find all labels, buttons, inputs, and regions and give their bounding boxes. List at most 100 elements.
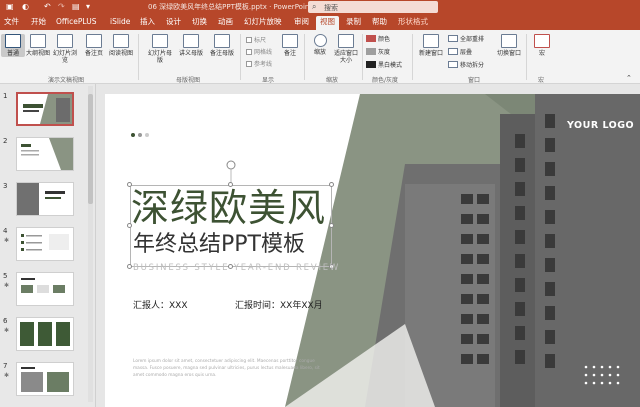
tab-home[interactable]: 开始 (31, 17, 46, 27)
pager-dot-icon (145, 133, 149, 137)
search-box[interactable]: ⌕ 搜索 (308, 1, 438, 13)
cascade-button[interactable]: 层叠 (448, 47, 472, 56)
fit-window-button[interactable]: 适应窗口大小 (332, 34, 360, 64)
grayscale-button[interactable]: 灰度 (366, 47, 390, 56)
thumbnail-preview (17, 138, 73, 170)
guides-checkbox[interactable]: 参考线 (246, 59, 272, 68)
redo-icon[interactable]: ↷ (58, 2, 65, 12)
slide-thumbnail-2[interactable] (16, 137, 74, 171)
slide-thumbnail-3[interactable] (16, 182, 74, 216)
tab-shape-format[interactable]: 形状格式 (398, 17, 428, 27)
thumb-number: 6 (3, 317, 8, 325)
rotate-handle-icon (226, 160, 236, 170)
thumb-number: 7 (3, 362, 8, 370)
tab-insert[interactable]: 插入 (140, 17, 155, 27)
color-swatch-icon (366, 35, 376, 42)
slide-sorter-button[interactable]: 幻灯片浏览 (53, 34, 77, 64)
group-label-zoom: 缩放 (326, 77, 339, 84)
resize-handle[interactable] (127, 264, 132, 269)
zoom-icon (313, 34, 327, 47)
reading-view-button[interactable]: 阅读视图 (109, 34, 133, 57)
fit-window-icon (338, 34, 354, 48)
move-split-button[interactable]: 移动拆分 (448, 60, 484, 69)
slide-sorter-icon (57, 34, 73, 48)
tab-design[interactable]: 设计 (166, 17, 181, 27)
black-white-button[interactable]: 黑白模式 (366, 60, 402, 69)
slide-thumbnail-7[interactable] (16, 362, 74, 396)
cascade-icon (448, 48, 458, 55)
thumb-number: 3 (3, 182, 8, 190)
document-title: 06 深绿欧美风年终总结PPT模板.pptx · PowerPoint (148, 3, 313, 11)
group-label-masters: 母版视图 (176, 77, 201, 84)
save-icon[interactable]: ▣ (6, 2, 14, 12)
thumbnail-preview (18, 94, 72, 124)
search-icon: ⌕ (312, 2, 317, 11)
thumb-number: 5 (3, 272, 8, 280)
group-label-macros: 宏 (538, 77, 545, 84)
slide-editor: 深绿欧美风 年终总结PPT模板 BUSINESS STYLE YEAR-END … (96, 84, 640, 407)
tab-slideshow[interactable]: 幻灯片放映 (244, 17, 282, 27)
slide-subtitle[interactable]: 年终总结PPT模板 (133, 231, 305, 259)
zoom-button[interactable]: 缩放 (308, 34, 332, 56)
slide-master-button[interactable]: 幻灯片母版 (146, 34, 174, 64)
handout-master-button[interactable]: 讲义母版 (177, 34, 205, 57)
notes-button[interactable]: 备注 (278, 34, 302, 57)
notes-master-button[interactable]: 备注母版 (208, 34, 236, 57)
thumbnail-preview (17, 318, 73, 350)
logo-text[interactable]: YOUR LOGO (567, 120, 634, 131)
checkbox-icon (246, 49, 252, 55)
autosave-toggle[interactable]: ◐ (22, 2, 29, 12)
group-separator (240, 34, 241, 80)
arrange-all-button[interactable]: 全部重排 (448, 34, 484, 43)
reporter-label[interactable]: 汇报人：XXX (133, 298, 188, 311)
tab-officeplus[interactable]: OfficePLUS (56, 17, 96, 27)
present-icon[interactable]: ▤ (72, 2, 80, 12)
tab-file[interactable]: 文件 (4, 17, 19, 27)
thumb-number: 1 (3, 92, 8, 100)
scrollbar-thumb[interactable] (88, 94, 93, 204)
report-time-label[interactable]: 汇报时间：XX年XX月 (235, 298, 323, 311)
tab-view[interactable]: 视图 (316, 16, 339, 30)
slide-thumbnail-1[interactable] (16, 92, 74, 126)
macros-button[interactable]: 宏 (530, 34, 554, 57)
thumbnail-preview (17, 363, 73, 395)
group-separator (526, 34, 527, 80)
new-window-icon (423, 34, 439, 48)
bw-swatch-icon (366, 61, 376, 68)
resize-handle[interactable] (329, 182, 334, 187)
switch-window-button[interactable]: 切换窗口 (494, 34, 524, 57)
thumbnail-scrollbar[interactable] (88, 86, 93, 402)
outline-view-icon (30, 34, 46, 48)
resize-handle[interactable] (329, 223, 334, 228)
thumbnail-preview (17, 273, 73, 305)
title-bar: ▣ ◐ ↶ ↷ ▤ ▾ 06 深绿欧美风年终总结PPT模板.pptx · Pow… (0, 0, 640, 14)
new-window-button[interactable]: 新建窗口 (416, 34, 446, 57)
tab-help[interactable]: 帮助 (372, 17, 387, 27)
slide-thumbnail-6[interactable] (16, 317, 74, 351)
gridlines-checkbox[interactable]: 网格线 (246, 47, 272, 56)
move-split-icon (448, 61, 458, 68)
slide-thumbnail-5[interactable] (16, 272, 74, 306)
checkbox-icon (246, 61, 252, 67)
collapse-ribbon-icon[interactable]: ⌃ (626, 74, 632, 82)
tab-animations[interactable]: 动画 (218, 17, 233, 27)
tab-transitions[interactable]: 切换 (192, 17, 207, 27)
normal-view-icon (5, 34, 21, 48)
slide-canvas[interactable]: 深绿欧美风 年终总结PPT模板 BUSINESS STYLE YEAR-END … (105, 94, 640, 407)
lorem-body-text[interactable]: Lorem ipsum dolor sit amet, consectetuer… (133, 358, 329, 379)
tab-review[interactable]: 审阅 (294, 17, 309, 27)
macros-icon (534, 34, 550, 48)
handout-master-icon (183, 34, 199, 48)
undo-icon[interactable]: ↶ (44, 2, 51, 12)
tab-islide[interactable]: iSlide (110, 17, 130, 27)
slide-title[interactable]: 深绿欧美风 (131, 186, 326, 230)
outline-view-button[interactable]: 大纲视图 (26, 34, 50, 57)
color-button[interactable]: 颜色 (366, 34, 390, 43)
normal-view-button[interactable]: 普通 (1, 34, 25, 57)
slide-thumbnail-4[interactable] (16, 227, 74, 261)
notes-page-button[interactable]: 备注页 (82, 34, 106, 57)
reading-view-icon (113, 34, 129, 48)
customize-qa-icon[interactable]: ▾ (86, 2, 90, 12)
tab-record[interactable]: 录制 (346, 17, 361, 27)
ruler-checkbox[interactable]: 标尺 (246, 35, 266, 44)
